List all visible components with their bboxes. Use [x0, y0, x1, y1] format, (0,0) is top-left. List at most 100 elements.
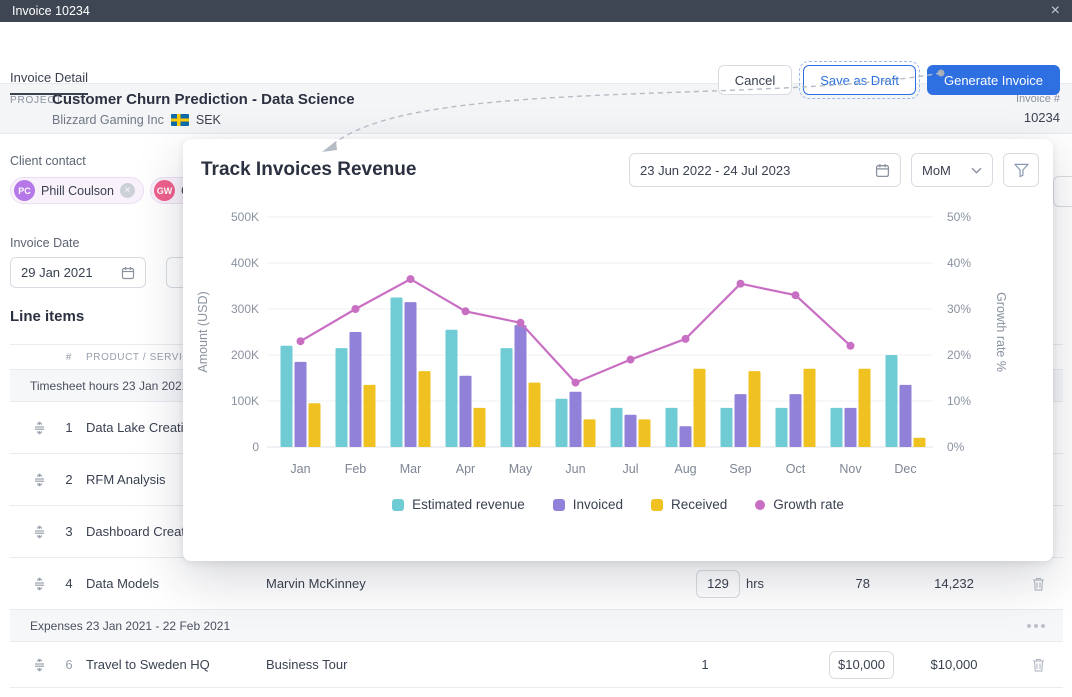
- group-row: Expenses 23 Jan 2021 - 22 Feb 2021: [10, 610, 1063, 642]
- legend-label: Estimated revenue: [412, 497, 525, 512]
- svg-text:Jul: Jul: [623, 462, 639, 476]
- row-number: 3: [52, 524, 86, 539]
- legend-label: Received: [671, 497, 727, 512]
- invoice-date-label: Invoice Date: [10, 236, 79, 250]
- legend-swatch: [392, 499, 404, 511]
- invoice-number: 10234: [1024, 110, 1060, 125]
- legend-item[interactable]: Received: [651, 497, 727, 512]
- legend-swatch: [755, 500, 765, 510]
- tab-invoice-detail[interactable]: Invoice Detail: [10, 70, 88, 85]
- chevron-down-icon: [971, 167, 982, 174]
- track-invoices-modal: Track Invoices Revenue 23 Jun 2022 - 24 …: [183, 139, 1053, 561]
- svg-text:300K: 300K: [231, 302, 259, 316]
- remove-contact-icon[interactable]: ×: [120, 183, 135, 198]
- row-description: Marvin McKinney: [266, 576, 670, 591]
- svg-text:Dec: Dec: [894, 462, 916, 476]
- drag-handle[interactable]: [26, 525, 52, 539]
- group-label: Expenses 23 Jan 2021 - 22 Feb 2021: [30, 619, 230, 633]
- table-row: 6Travel to Sweden HQBusiness Tour1 $10,00…: [10, 642, 1063, 688]
- toolbar: Invoice Detail Cancel Save as Draft Gene…: [0, 22, 1072, 84]
- save-as-draft-button[interactable]: Save as Draft: [803, 65, 916, 95]
- row-number: 2: [52, 472, 86, 487]
- drag-handle[interactable]: [26, 577, 52, 591]
- svg-text:Nov: Nov: [839, 462, 862, 476]
- svg-text:30%: 30%: [947, 302, 971, 316]
- amount-cell: $10,000: [894, 657, 1014, 672]
- svg-text:0: 0: [252, 440, 259, 454]
- svg-text:200K: 200K: [231, 348, 259, 362]
- legend-swatch: [651, 499, 663, 511]
- legend-item[interactable]: Estimated revenue: [392, 497, 525, 512]
- row-description: Business Tour: [266, 657, 670, 672]
- window-titlebar: Invoice 10234 ×: [0, 0, 1072, 22]
- svg-text:40%: 40%: [947, 256, 971, 270]
- svg-text:Jan: Jan: [290, 462, 310, 476]
- legend-label: Growth rate: [773, 497, 844, 512]
- currency-code: SEK: [196, 113, 221, 127]
- window-title: Invoice 10234: [12, 4, 90, 18]
- project-name: Customer Churn Prediction - Data Science: [52, 91, 355, 108]
- legend-item[interactable]: Growth rate: [755, 497, 844, 512]
- filter-icon: [1013, 162, 1030, 178]
- qty-cell: 1: [670, 657, 740, 672]
- legend-label: Invoiced: [573, 497, 623, 512]
- cancel-button[interactable]: Cancel: [718, 65, 792, 95]
- row-number: 6: [52, 657, 86, 672]
- invoice-date-input[interactable]: 29 Jan 2021: [10, 257, 146, 288]
- svg-text:10%: 10%: [947, 394, 971, 408]
- contact-chip[interactable]: PC Phill Coulson ×: [10, 177, 144, 204]
- svg-text:Aug: Aug: [674, 462, 696, 476]
- svg-text:May: May: [509, 462, 533, 476]
- drag-handle-icon: [33, 577, 46, 591]
- drag-handle-icon: [33, 525, 46, 539]
- drag-handle[interactable]: [26, 473, 52, 487]
- drag-handle-icon: [33, 658, 46, 672]
- clipped-field[interactable]: [1053, 176, 1072, 207]
- row-number: 4: [52, 576, 86, 591]
- calendar-icon: [121, 266, 135, 280]
- row-number: 1: [52, 420, 86, 435]
- table-row: 4Data ModelsMarvin McKinney129hrs7814,23…: [10, 558, 1063, 610]
- product-name: Travel to Sweden HQ: [86, 657, 266, 672]
- drag-handle[interactable]: [26, 658, 52, 672]
- avatar: PC: [14, 180, 35, 201]
- trash-icon: [1031, 576, 1046, 592]
- svg-text:100K: 100K: [231, 394, 259, 408]
- legend-item[interactable]: Invoiced: [553, 497, 623, 512]
- date-range-picker[interactable]: 23 Jun 2022 - 24 Jul 2023: [629, 153, 901, 187]
- calendar-icon: [875, 163, 890, 178]
- trash-icon: [1031, 657, 1046, 673]
- avatar: GW: [154, 180, 175, 201]
- generate-invoice-button[interactable]: Generate Invoice: [927, 65, 1060, 95]
- amount-cell: 14,232: [894, 576, 1014, 591]
- delete-row-button[interactable]: [1014, 657, 1063, 673]
- filter-button[interactable]: [1003, 153, 1039, 187]
- legend-swatch: [553, 499, 565, 511]
- revenue-chart: 00%100K10%200K20%300K30%400K40%500K50%Ja…: [191, 201, 1025, 493]
- delete-row-button[interactable]: [1014, 576, 1063, 592]
- line-items-heading: Line items: [10, 308, 84, 325]
- product-name: Data Models: [86, 576, 266, 591]
- client-name: Blizzard Gaming Inc: [52, 113, 164, 127]
- rate-input[interactable]: $10,000: [829, 651, 894, 679]
- qty-input[interactable]: 129: [696, 570, 740, 598]
- svg-text:Sep: Sep: [729, 462, 751, 476]
- col-header-num: #: [52, 352, 86, 363]
- close-icon[interactable]: ×: [1051, 3, 1060, 19]
- drag-handle-icon: [33, 421, 46, 435]
- qty-cell: 129: [670, 570, 740, 598]
- svg-text:500K: 500K: [231, 210, 259, 224]
- row-menu-icon[interactable]: [1027, 624, 1045, 628]
- svg-text:400K: 400K: [231, 256, 259, 270]
- svg-text:50%: 50%: [947, 210, 971, 224]
- unit-cell: hrs: [740, 576, 784, 591]
- svg-text:Oct: Oct: [786, 462, 806, 476]
- svg-text:Mar: Mar: [400, 462, 422, 476]
- drag-handle[interactable]: [26, 421, 52, 435]
- svg-text:Feb: Feb: [345, 462, 367, 476]
- svg-text:Amount (USD): Amount (USD): [196, 291, 210, 372]
- client-contact-label: Client contact: [10, 154, 86, 168]
- granularity-select[interactable]: MoM: [911, 153, 993, 187]
- sweden-flag-icon: [171, 114, 189, 126]
- modal-title: Track Invoices Revenue: [201, 159, 416, 181]
